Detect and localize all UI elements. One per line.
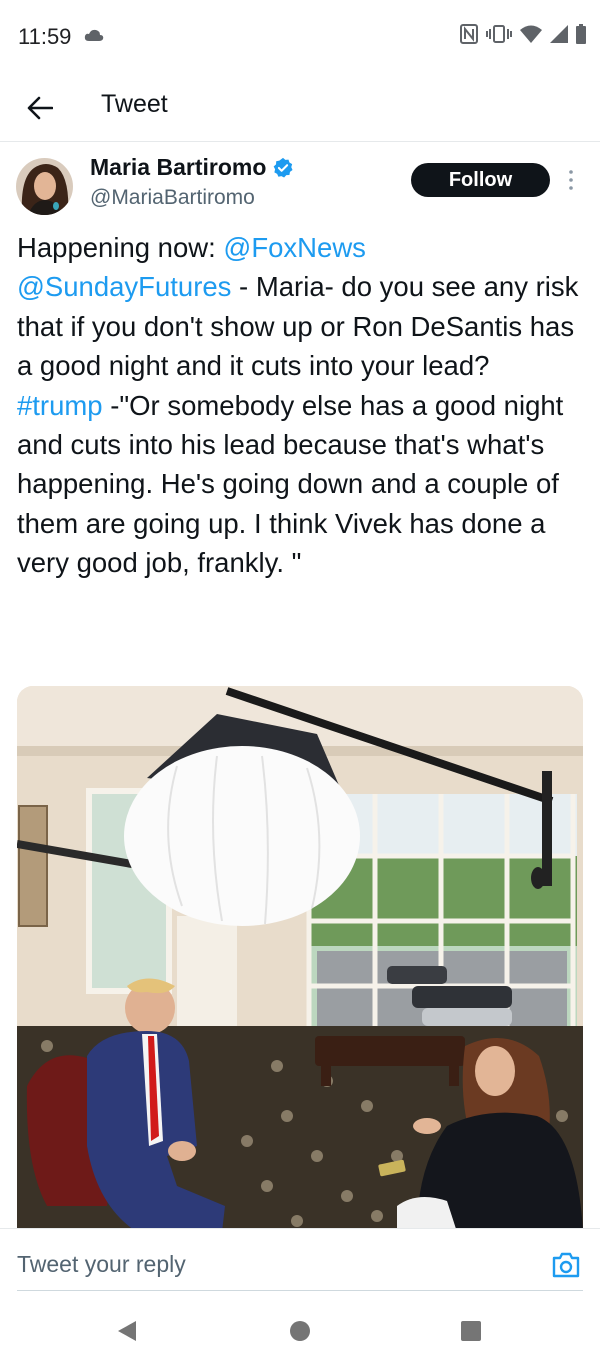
status-time: 11:59: [18, 24, 72, 49]
reply-bar: Tweet your reply: [0, 1228, 600, 1294]
author-name-text: Maria Bartiromo: [90, 154, 267, 180]
avatar[interactable]: [16, 158, 73, 215]
app-bar: Tweet: [0, 76, 600, 142]
back-button[interactable]: [22, 90, 58, 126]
author-name[interactable]: Maria Bartiromo: [90, 154, 294, 181]
status-bar: 11:59: [0, 0, 600, 76]
reply-underline: [17, 1290, 583, 1291]
author-handle[interactable]: @MariaBartiromo: [90, 186, 255, 210]
camera-icon[interactable]: [551, 1251, 581, 1279]
verified-badge-icon: [274, 157, 293, 178]
arrow-left-icon: [27, 96, 53, 120]
signal-icon: [550, 25, 568, 43]
vibrate-icon: [486, 25, 512, 43]
mention-sundayfutures[interactable]: @SundayFutures: [17, 271, 231, 302]
system-nav-bar: [0, 1296, 600, 1366]
nav-recent-icon[interactable]: [461, 1321, 481, 1341]
nfc-icon: [460, 24, 478, 44]
tweet-text: Happening now: @FoxNews @SundayFutures - …: [17, 228, 587, 583]
nav-back-icon[interactable]: [116, 1320, 138, 1342]
page-title: Tweet: [101, 90, 168, 118]
tweet-text-segment: Happening now:: [17, 232, 224, 263]
battery-icon: [576, 24, 586, 44]
nav-home-icon[interactable]: [290, 1321, 310, 1341]
mention-foxnews[interactable]: @FoxNews: [223, 232, 366, 263]
tweet-media-photo[interactable]: [17, 686, 583, 1232]
wifi-icon: [520, 25, 542, 43]
status-icons: [460, 24, 586, 44]
follow-button[interactable]: Follow: [411, 163, 550, 197]
cloud-icon: [84, 29, 104, 41]
hashtag-trump[interactable]: #trump: [17, 390, 103, 421]
more-vertical-icon[interactable]: [564, 168, 578, 192]
reply-input[interactable]: Tweet your reply: [17, 1251, 186, 1278]
